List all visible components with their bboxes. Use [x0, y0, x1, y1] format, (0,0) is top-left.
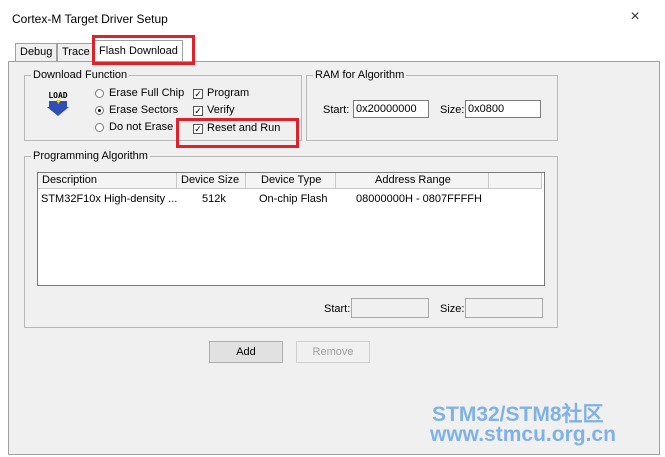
verify-label: Verify	[207, 104, 235, 116]
erase-sectors-radio[interactable]	[95, 106, 104, 115]
ram-start-label: Start:	[323, 104, 350, 116]
algo-start-input[interactable]	[351, 298, 429, 318]
algo-size-input[interactable]	[465, 298, 543, 318]
close-icon[interactable]: ×	[626, 8, 644, 26]
add-button[interactable]: Add	[209, 341, 283, 363]
erase-sectors-label: Erase Sectors	[109, 104, 179, 116]
window-title: Cortex-M Target Driver Setup	[12, 12, 168, 26]
highlight-flash-download-tab	[92, 35, 195, 65]
do-not-erase-radio[interactable]	[95, 123, 104, 132]
load-icon-text: LOAD	[48, 91, 67, 100]
table-row[interactable]: STM32F10x High-density ... 512k On-chip …	[38, 191, 542, 207]
erase-full-chip-label: Erase Full Chip	[109, 87, 185, 99]
programming-algorithm-label: Programming Algorithm	[31, 149, 150, 163]
column-header-empty	[489, 173, 542, 189]
column-header-device-size[interactable]: Device Size	[177, 173, 246, 189]
algorithm-list[interactable]: Description Device Size Device Type Addr…	[37, 172, 545, 286]
tab-debug[interactable]: Debug	[15, 43, 58, 61]
watermark-line-2: www.stmcu.org.cn	[430, 423, 616, 446]
program-label: Program	[207, 87, 250, 99]
remove-button[interactable]: Remove	[296, 341, 370, 363]
verify-checkbox[interactable]: ✓	[193, 106, 203, 116]
algo-start-label: Start:	[324, 303, 351, 315]
row-device-type: On-chip Flash	[259, 193, 328, 205]
ram-size-input[interactable]: 0x0800	[465, 100, 541, 118]
highlight-reset-and-run	[176, 118, 299, 148]
ram-size-label: Size:	[440, 104, 465, 116]
column-header-address-range[interactable]: Address Range	[336, 173, 489, 189]
row-device-size: 512k	[202, 193, 226, 205]
erase-full-chip-radio[interactable]	[95, 89, 104, 98]
algo-size-label: Size:	[440, 303, 465, 315]
row-address-range: 08000000H - 0807FFFFH	[356, 193, 482, 205]
download-function-label: Download Function	[31, 68, 130, 82]
program-checkbox[interactable]: ✓	[193, 89, 203, 99]
column-header-description[interactable]: Description	[38, 173, 177, 189]
ram-start-input[interactable]: 0x20000000	[353, 100, 429, 118]
row-description: STM32F10x High-density ...	[41, 193, 178, 205]
load-icon: LOAD	[44, 89, 72, 117]
column-header-device-type[interactable]: Device Type	[246, 173, 336, 189]
tab-trace[interactable]: Trace	[57, 43, 95, 61]
do-not-erase-label: Do not Erase	[109, 121, 174, 133]
ram-for-algorithm-label: RAM for Algorithm	[313, 68, 407, 82]
